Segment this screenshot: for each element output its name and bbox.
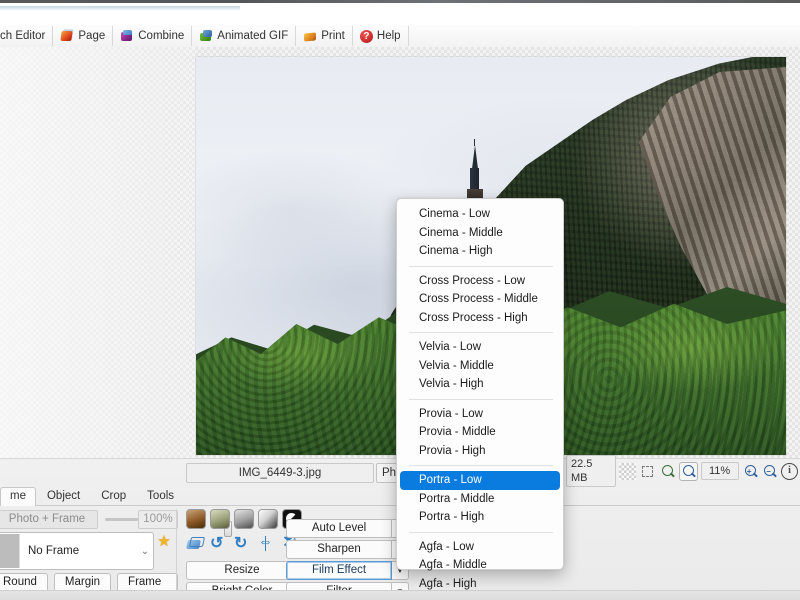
menu-option-provia-high[interactable]: Provia - High <box>400 442 560 461</box>
sharpen-split-button[interactable]: Sharpen ▼ <box>286 540 409 559</box>
menu-option-cinema-low[interactable]: Cinema - Low <box>400 205 560 224</box>
tab-label: Tools <box>147 490 175 502</box>
page-icon <box>60 29 74 43</box>
menu-option-agfa-middle[interactable]: Agfa - Middle <box>400 556 560 575</box>
menu-option-velvia-middle[interactable]: Velvia - Middle <box>400 357 560 376</box>
auto-level-button[interactable]: Auto Level <box>286 519 392 538</box>
favorite-star-icon[interactable]: ★ <box>156 534 172 550</box>
film-effect-dropdown[interactable]: Cinema - Low Cinema - Middle Cinema - Hi… <box>396 198 564 590</box>
chevron-down-icon[interactable]: ⌄ <box>137 546 153 557</box>
menu-option-velvia-low[interactable]: Velvia - Low <box>400 338 560 357</box>
zoom-in-icon[interactable]: + <box>742 463 759 480</box>
menu-separator <box>409 332 553 333</box>
info-icon[interactable]: i <box>781 462 798 480</box>
film-effect-split-button[interactable]: Film Effect ▼ <box>286 561 409 580</box>
transparency-icon[interactable] <box>619 462 637 480</box>
menu-option-cinema-high[interactable]: Cinema - High <box>400 242 560 261</box>
menu-option-provia-middle[interactable]: Provia - Middle <box>400 423 560 442</box>
zoom-out-icon[interactable]: – <box>761 463 778 480</box>
menu-option-portra-low[interactable]: Portra - Low <box>400 471 560 490</box>
tab-label: Crop <box>101 490 127 502</box>
file-size-label: 22.5 MB <box>566 455 617 487</box>
zoom-fit-icon[interactable] <box>678 461 698 481</box>
combine-icon <box>120 29 134 43</box>
redo-icon[interactable]: ↻ <box>234 535 251 552</box>
zoom-percent-field[interactable]: 100% <box>138 510 178 529</box>
menu-separator <box>409 398 553 400</box>
help-icon: ? <box>359 29 373 43</box>
canvas-shade <box>0 47 196 458</box>
tab-tools[interactable]: Tools <box>137 487 184 505</box>
undo-icon[interactable]: ↺ <box>210 535 227 552</box>
menu-bar: ch Editor Page Combine Animated GIF Prin… <box>0 25 800 48</box>
menu-item-animated-gif[interactable]: Animated GIF <box>192 26 297 46</box>
menu-item-label: Animated GIF <box>217 30 289 42</box>
menu-item-batch-editor[interactable]: ch Editor <box>0 26 54 46</box>
menu-item-label: ch Editor <box>0 30 46 42</box>
title-gradient <box>0 6 240 11</box>
menu-item-combine[interactable]: Combine <box>113 26 193 46</box>
stack-icon[interactable] <box>186 535 203 552</box>
frame-panel: Photo + Frame 100% No Frame ⌄ ★ Round Ma… <box>0 509 232 600</box>
sepia-swatch[interactable] <box>186 509 206 529</box>
frame-preview-swatch <box>0 534 20 568</box>
menu-option-cross-process-high[interactable]: Cross Process - High <box>400 309 560 328</box>
menu-option-portra-high[interactable]: Portra - High <box>400 508 560 527</box>
tab-object[interactable]: Object <box>37 487 90 505</box>
menu-item-label: Page <box>78 30 106 42</box>
tone-swatch-row <box>186 509 302 529</box>
menu-option-portra-middle[interactable]: Portra - Middle <box>400 490 560 509</box>
tab-label: Object <box>46 490 81 502</box>
menu-option-agfa-low[interactable]: Agfa - Low <box>400 538 560 557</box>
flip-horizontal-icon[interactable] <box>258 533 275 552</box>
tab-crop[interactable]: Crop <box>91 487 136 505</box>
application-window: ch Editor Page Combine Animated GIF Prin… <box>0 0 800 600</box>
menu-separator <box>409 265 553 267</box>
menu-separator <box>409 465 553 466</box>
menu-option-cinema-middle[interactable]: Cinema - Middle <box>400 224 560 243</box>
animated-gif-icon <box>199 29 213 43</box>
menu-separator <box>409 531 553 533</box>
olive-swatch[interactable] <box>210 509 230 529</box>
filename-field[interactable]: IMG_6449-3.jpg <box>186 463 374 483</box>
tab-label: me <box>10 490 26 502</box>
fit-expand-icon[interactable] <box>639 463 656 480</box>
transform-tool-row: ↺ ↻ <box>186 533 299 552</box>
grey-swatch[interactable] <box>234 509 254 529</box>
tab-frame[interactable]: me <box>0 487 36 506</box>
menu-option-cross-process-low[interactable]: Cross Process - Low <box>400 272 560 291</box>
menu-item-label: Combine <box>138 30 185 42</box>
menu-item-page[interactable]: Page <box>53 26 114 46</box>
print-icon <box>303 29 317 43</box>
menu-item-help[interactable]: ? Help <box>353 26 409 46</box>
menu-option-cross-process-middle[interactable]: Cross Process - Middle <box>400 290 560 309</box>
frame-select[interactable]: No Frame ⌄ <box>0 532 154 570</box>
panel-divider <box>176 509 177 600</box>
gradient-swatch[interactable] <box>258 509 278 529</box>
zoom-level-label: 11% <box>700 462 739 480</box>
menu-item-label: Print <box>321 30 345 42</box>
menu-option-velvia-high[interactable]: Velvia - High <box>400 375 560 394</box>
photo-church-tower <box>467 138 484 203</box>
sharpen-button[interactable]: Sharpen <box>286 540 392 559</box>
auto-level-split-button[interactable]: Auto Level ▼ <box>286 519 409 538</box>
menu-option-agfa-high[interactable]: Agfa - High <box>400 575 560 594</box>
status-bar: 22.5 MB 11% + – i <box>566 455 798 487</box>
film-effect-button[interactable]: Film Effect <box>286 561 392 580</box>
resize-button[interactable]: Resize <box>186 561 298 580</box>
church-spire <box>472 144 479 169</box>
window-title-area <box>0 3 800 25</box>
menu-item-label: Help <box>376 30 401 42</box>
menu-item-print[interactable]: Print <box>296 26 353 46</box>
frame-select-value: No Frame <box>28 545 80 557</box>
menu-option-provia-low[interactable]: Provia - Low <box>400 405 560 424</box>
zoom-actual-icon[interactable] <box>659 463 676 480</box>
photo-frame-mode-label: Photo + Frame <box>0 510 98 529</box>
